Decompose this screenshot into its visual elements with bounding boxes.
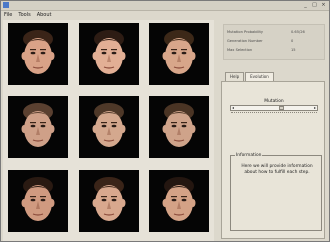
face-portrait — [92, 30, 126, 74]
menu-tools[interactable]: Tools — [18, 11, 30, 19]
stats-box: Mutation Probability 0.65/26 Generation … — [223, 24, 325, 60]
stat-value: 0 — [291, 39, 294, 43]
stat-row: Max Selection 15 — [227, 47, 321, 53]
stat-label: Max Selection — [227, 48, 253, 52]
app-window: _ □ × File Tools About Mutation Probabil… — [0, 0, 330, 242]
window-controls: _ □ × — [302, 2, 327, 8]
face-portrait — [162, 103, 196, 147]
face-image[interactable] — [8, 96, 68, 158]
minimize-button[interactable]: _ — [302, 2, 309, 8]
stat-label: Generation Number — [227, 39, 263, 43]
face-image[interactable] — [79, 170, 139, 232]
face-image[interactable] — [79, 96, 139, 158]
face-image[interactable] — [149, 96, 209, 158]
face-grid — [3, 20, 214, 241]
evolution-panel: Mutation ◂ ▸ Information Here we will pr… — [221, 81, 325, 239]
face-image[interactable] — [8, 170, 68, 232]
face-image[interactable] — [149, 23, 209, 85]
slider-left-arrow-icon[interactable]: ◂ — [232, 106, 234, 110]
face-portrait — [162, 30, 196, 74]
face-portrait — [92, 103, 126, 147]
mutation-slider[interactable]: ◂ ▸ — [230, 105, 318, 111]
mutation-label: Mutation — [264, 99, 284, 104]
slider-thumb[interactable] — [278, 106, 284, 110]
face-image[interactable] — [149, 170, 209, 232]
menu-bar: File Tools About — [1, 11, 330, 19]
face-portrait — [21, 103, 55, 147]
stat-value: 0.65/26 — [291, 30, 305, 34]
face-image[interactable] — [8, 23, 68, 85]
tab-bar: Help Evolution — [225, 72, 275, 82]
stat-label: Mutation Probability — [227, 30, 264, 34]
face-portrait — [21, 30, 55, 74]
title-bar: _ □ × — [1, 1, 329, 11]
close-button[interactable]: × — [320, 2, 327, 8]
face-portrait — [162, 177, 196, 221]
face-image[interactable] — [79, 23, 139, 85]
slider-ticks — [231, 112, 317, 115]
information-group: Information Here we will provide informa… — [230, 153, 322, 231]
stat-row: Generation Number 0 — [227, 38, 321, 44]
information-text: Here we will provide information about h… — [241, 164, 313, 175]
slider-right-arrow-icon[interactable]: ▸ — [314, 106, 316, 110]
face-portrait — [21, 177, 55, 221]
menu-about[interactable]: About — [37, 11, 52, 19]
information-title: Information — [235, 153, 263, 158]
control-panel: Mutation Probability 0.65/26 Generation … — [217, 20, 329, 241]
menu-file[interactable]: File — [4, 11, 12, 19]
tab-help[interactable]: Help — [225, 72, 245, 81]
stat-row: Mutation Probability 0.65/26 — [227, 29, 321, 35]
app-icon — [3, 2, 9, 8]
stat-value: 15 — [291, 48, 296, 52]
maximize-button[interactable]: □ — [311, 2, 318, 8]
face-portrait — [92, 177, 126, 221]
